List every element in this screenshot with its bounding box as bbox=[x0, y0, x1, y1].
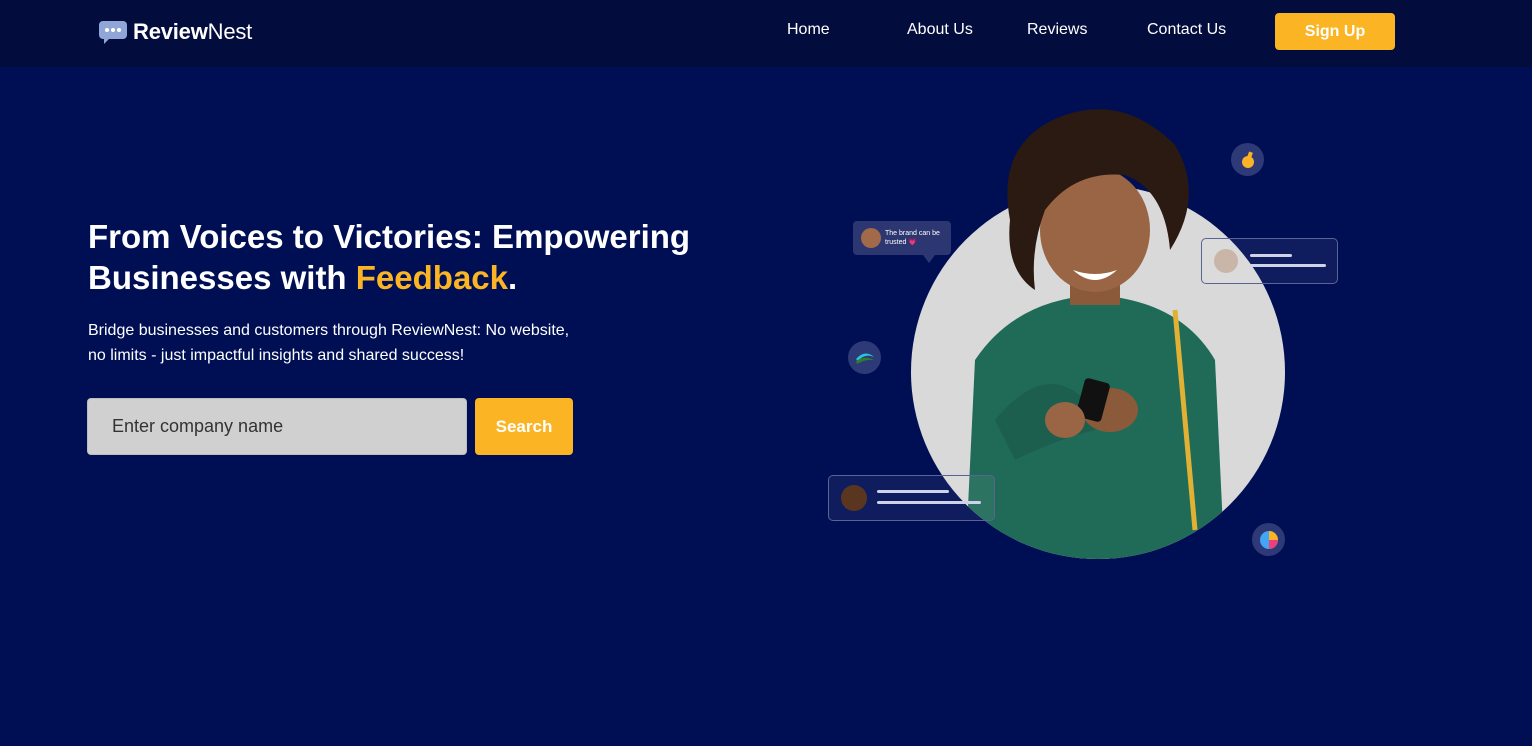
colorful-logo-icon bbox=[1252, 523, 1285, 556]
brand-logo[interactable]: ReviewNest bbox=[98, 18, 252, 46]
nav-home-link[interactable]: Home bbox=[787, 21, 830, 39]
hero-title-highlight: Feedback bbox=[355, 259, 509, 296]
nav-reviews-link[interactable]: Reviews bbox=[1027, 21, 1087, 39]
brand-name: ReviewNest bbox=[133, 19, 253, 44]
review-card-bottom bbox=[828, 475, 995, 521]
nav-about-link[interactable]: About Us bbox=[907, 21, 973, 39]
hero-title: From Voices to Victories: Empowering Busi… bbox=[88, 218, 691, 296]
reviewer-avatar bbox=[861, 228, 881, 248]
review-bubble-text: The brand can be trusted 💗 bbox=[885, 230, 940, 246]
swirl-logo-icon bbox=[848, 341, 881, 374]
reviewer-avatar bbox=[841, 485, 867, 511]
text-line bbox=[877, 501, 981, 504]
medal-icon bbox=[1231, 143, 1264, 176]
nav-contact-link[interactable]: Contact Us bbox=[1147, 21, 1226, 39]
review-card-top bbox=[1201, 238, 1338, 284]
hero-subtitle: Bridge businesses and customers through … bbox=[88, 322, 570, 364]
text-line bbox=[1250, 264, 1326, 267]
text-line bbox=[877, 490, 949, 493]
text-line bbox=[1250, 254, 1292, 257]
search-button[interactable]: Search bbox=[475, 398, 573, 455]
reviewer-avatar bbox=[1214, 249, 1238, 273]
sign-up-button[interactable]: Sign Up bbox=[1275, 13, 1395, 50]
review-bubble: The brand can be trusted 💗 bbox=[853, 221, 951, 263]
company-search-input[interactable] bbox=[87, 398, 467, 455]
chat-bubble-icon bbox=[98, 18, 128, 46]
navbar: ReviewNest Home About Us Reviews Contact… bbox=[0, 0, 1532, 67]
